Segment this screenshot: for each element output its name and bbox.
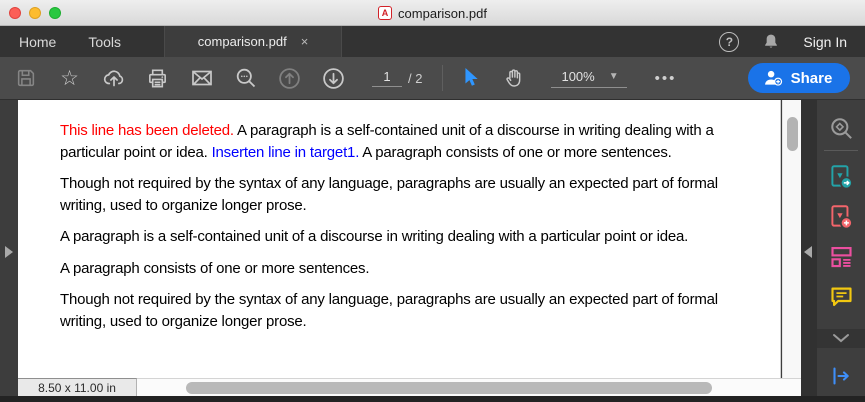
text-segment-normal: A paragraph is a self-contained unit of … <box>60 228 688 245</box>
titlebar: A comparison.pdf <box>0 0 865 26</box>
close-tab-icon[interactable]: × <box>301 35 309 48</box>
add-person-icon <box>763 69 784 87</box>
active-tab-label: comparison.pdf <box>198 34 287 49</box>
horizontal-scrollbar[interactable]: 8.50 x 11.00 in <box>18 378 801 396</box>
pdf-page: This line has been deleted. A paragraph … <box>18 100 781 396</box>
star-favorite-icon[interactable]: ☆ <box>56 65 83 92</box>
vertical-scrollbar-thumb[interactable] <box>787 117 798 151</box>
tab-document-active[interactable]: comparison.pdf × <box>164 26 342 57</box>
notifications-bell-icon[interactable] <box>761 32 781 52</box>
right-panel-rail <box>801 100 817 396</box>
window-title: A comparison.pdf <box>0 0 865 26</box>
text-segment-normal: Though not required by the syntax of any… <box>60 175 718 214</box>
tab-tools[interactable]: Tools <box>75 26 134 57</box>
text-segment-normal: A paragraph consists of one or more sent… <box>359 144 671 161</box>
share-button-label: Share <box>791 70 833 87</box>
previous-page-icon[interactable] <box>276 65 303 92</box>
page-total-label: / 2 <box>408 71 422 86</box>
toolbar: ☆ <box>0 57 865 100</box>
collapse-right-panel-icon[interactable] <box>804 246 812 258</box>
chevron-down-icon: ▼ <box>609 71 619 82</box>
organize-pages-icon[interactable] <box>817 237 865 277</box>
paragraph: Though not required by the syntax of any… <box>60 289 763 332</box>
sidebar-search-zoom-icon[interactable] <box>817 108 865 148</box>
create-pdf-icon[interactable] <box>817 197 865 237</box>
horizontal-scrollbar-thumb[interactable] <box>186 382 712 394</box>
toolbar-divider <box>442 65 443 91</box>
paragraph: This line has been deleted. A paragraph … <box>60 120 763 163</box>
acrobat-window: A comparison.pdf Home Tools comparison.p… <box>0 0 865 402</box>
text-segment-normal: A paragraph consists of one or more sent… <box>60 260 369 277</box>
sign-in-button[interactable]: Sign In <box>803 34 847 50</box>
share-button[interactable]: Share <box>748 63 850 93</box>
more-tools-chevron-button[interactable] <box>817 329 865 348</box>
next-page-icon[interactable] <box>320 65 347 92</box>
comment-icon[interactable] <box>817 277 865 317</box>
text-segment-deleted: This line has been deleted. <box>60 122 234 139</box>
search-zoom-icon[interactable] <box>232 65 259 92</box>
zoom-level-value: 100% <box>561 69 594 84</box>
sidebar-divider <box>824 150 858 151</box>
page-size-indicator: 8.50 x 11.00 in <box>18 378 137 397</box>
vertical-scrollbar[interactable] <box>782 100 801 396</box>
window-bottom-edge <box>0 396 865 402</box>
text-segment-normal: Though not required by the syntax of any… <box>60 291 718 330</box>
paragraph: Though not required by the syntax of any… <box>60 173 763 216</box>
paragraph: A paragraph consists of one or more sent… <box>60 258 763 280</box>
pdf-page-text: This line has been deleted. A paragraph … <box>18 100 763 332</box>
zoom-control[interactable]: 100% ▼ <box>551 69 626 88</box>
help-icon[interactable]: ? <box>719 32 739 52</box>
hand-tool-icon[interactable] <box>501 65 528 92</box>
more-tools-icon[interactable]: ••• <box>655 70 677 87</box>
print-icon[interactable] <box>144 65 171 92</box>
save-icon[interactable] <box>12 65 39 92</box>
document-area: This line has been deleted. A paragraph … <box>0 100 865 402</box>
export-pdf-icon[interactable] <box>817 157 865 197</box>
left-panel-rail <box>0 100 18 396</box>
open-tools-pane-icon[interactable] <box>817 356 865 396</box>
text-segment-inserted: Inserten line in target1. <box>212 144 360 161</box>
page-number-input[interactable]: 1 <box>372 69 402 87</box>
window-title-text: comparison.pdf <box>398 6 487 21</box>
email-icon[interactable] <box>188 65 215 92</box>
expand-left-panel-icon[interactable] <box>5 246 13 258</box>
cloud-upload-icon[interactable] <box>100 65 127 92</box>
tab-bar: Home Tools comparison.pdf × ? Sign In <box>0 26 865 57</box>
tools-sidebar <box>817 100 865 396</box>
tab-home[interactable]: Home <box>6 26 69 57</box>
paragraph: A paragraph is a self-contained unit of … <box>60 226 763 248</box>
select-tool-icon[interactable] <box>457 65 484 92</box>
pdf-file-icon: A <box>378 6 392 20</box>
page-size-value: 8.50 x 11.00 in <box>38 381 116 395</box>
